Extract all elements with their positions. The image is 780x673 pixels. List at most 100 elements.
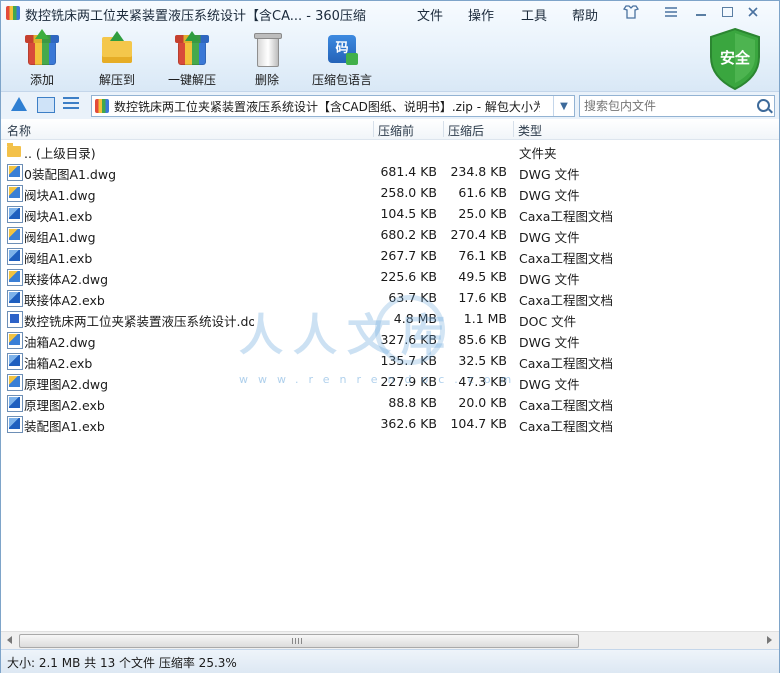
file-type: Caxa工程图文档 — [519, 419, 613, 434]
security-shield[interactable]: 安全 — [707, 27, 763, 91]
size-after: 1.1 MB — [463, 311, 507, 326]
table-row[interactable]: 阀组A1.dwg 680.2 KB 270.4 KB DWG 文件 — [1, 224, 779, 245]
file-name: 原理图A2.dwg — [24, 377, 109, 392]
size-after: 234.8 KB — [450, 164, 507, 179]
horizontal-scrollbar[interactable] — [1, 631, 779, 649]
address-path: 数控铣床两工位夹紧装置液压系统设计【含CAD图纸、说明书】.zip - 解包大小… — [114, 100, 540, 114]
extract-to-button[interactable]: 解压到 — [82, 31, 152, 88]
size-after: 25.0 KB — [458, 206, 507, 221]
search-input[interactable] — [582, 97, 752, 115]
archive-language-button[interactable]: 码 压缩包语言 — [307, 31, 377, 88]
file-name: 联接体A2.exb — [24, 293, 105, 308]
file-name: 油箱A2.dwg — [24, 335, 96, 350]
list-view-icon[interactable] — [63, 97, 79, 111]
table-row[interactable]: 数控铣床两工位夹紧装置液压系统设计.doc 4.8 MB 1.1 MB DOC … — [1, 308, 779, 329]
column-divider[interactable] — [443, 121, 444, 137]
dwg-file-icon — [7, 269, 23, 286]
table-row[interactable]: 油箱A2.dwg 327.6 KB 85.6 KB DWG 文件 — [1, 329, 779, 350]
column-size-before[interactable]: 压缩前 — [378, 122, 414, 139]
file-type: DWG 文件 — [519, 272, 580, 287]
file-type: DWG 文件 — [519, 188, 580, 203]
dwg-file-icon — [7, 332, 23, 349]
size-after: 61.6 KB — [458, 185, 507, 200]
archive-language-label: 压缩包语言 — [311, 73, 372, 87]
chevron-down-icon[interactable]: ▼ — [553, 96, 574, 116]
delete-button[interactable]: 删除 — [232, 31, 302, 88]
scrollbar-thumb[interactable] — [19, 634, 579, 648]
up-level-icon[interactable] — [11, 97, 27, 111]
size-before: 63.7 KB — [388, 290, 437, 305]
table-row[interactable]: 0装配图A1.dwg 681.4 KB 234.8 KB DWG 文件 — [1, 161, 779, 182]
column-type[interactable]: 类型 — [518, 122, 542, 139]
file-name: 阀组A1.exb — [24, 251, 93, 266]
table-row[interactable]: 联接体A2.exb 63.7 KB 17.6 KB Caxa工程图文档 — [1, 287, 779, 308]
table-row[interactable]: 联接体A2.dwg 225.6 KB 49.5 KB DWG 文件 — [1, 266, 779, 287]
exb-file-icon — [7, 248, 23, 265]
table-row[interactable]: 原理图A2.dwg 227.9 KB 47.3 KB DWG 文件 — [1, 371, 779, 392]
exb-file-icon — [7, 395, 23, 412]
column-divider[interactable] — [373, 121, 374, 137]
size-after: 47.3 KB — [458, 374, 507, 389]
file-type: Caxa工程图文档 — [519, 356, 613, 371]
menu-file[interactable]: 文件 — [417, 5, 443, 24]
table-row[interactable]: 原理图A2.exb 88.8 KB 20.0 KB Caxa工程图文档 — [1, 392, 779, 413]
table-row[interactable]: .. (上级目录) 文件夹 — [1, 140, 779, 161]
menu-tools[interactable]: 工具 — [521, 5, 547, 24]
archive-icon — [95, 99, 109, 113]
main-menu-icon[interactable] — [663, 5, 679, 19]
delete-label: 删除 — [254, 73, 279, 87]
maximize-icon[interactable] — [719, 5, 735, 19]
add-archive-icon — [24, 29, 60, 67]
add-button[interactable]: 添加 — [7, 29, 77, 88]
app-window: 数控铣床两工位夹紧装置液压系统设计【含CA... - 360压缩 文件 操作 工… — [0, 0, 780, 673]
size-before: 267.7 KB — [380, 248, 437, 263]
file-name: 阀组A1.dwg — [24, 230, 96, 245]
column-divider[interactable] — [513, 121, 514, 137]
one-key-extract-icon — [174, 31, 210, 67]
skin-icon[interactable] — [623, 5, 639, 19]
file-name: 0装配图A1.dwg — [24, 167, 117, 182]
table-row[interactable]: 油箱A2.exb 135.7 KB 32.5 KB Caxa工程图文档 — [1, 350, 779, 371]
large-icon-view-icon[interactable] — [37, 97, 55, 113]
size-after: 20.0 KB — [458, 395, 507, 410]
table-row[interactable]: 阀块A1.dwg 258.0 KB 61.6 KB DWG 文件 — [1, 182, 779, 203]
address-bar[interactable]: 数控铣床两工位夹紧装置液压系统设计【含CAD图纸、说明书】.zip - 解包大小… — [91, 95, 575, 117]
one-key-extract-button[interactable]: 一键解压 — [157, 31, 227, 88]
file-type: Caxa工程图文档 — [519, 293, 613, 308]
size-after: 76.1 KB — [458, 248, 507, 263]
extract-folder-icon — [99, 31, 135, 67]
table-row[interactable]: 阀组A1.exb 267.7 KB 76.1 KB Caxa工程图文档 — [1, 245, 779, 266]
size-before: 258.0 KB — [380, 185, 437, 200]
size-before: 227.9 KB — [380, 374, 437, 389]
file-type: DWG 文件 — [519, 167, 580, 182]
table-row[interactable]: 阀块A1.exb 104.5 KB 25.0 KB Caxa工程图文档 — [1, 203, 779, 224]
column-name[interactable]: 名称 — [7, 122, 31, 139]
search-box[interactable] — [579, 95, 775, 117]
one-key-extract-label: 一键解压 — [167, 73, 216, 87]
size-after: 85.6 KB — [458, 332, 507, 347]
search-icon[interactable] — [757, 99, 770, 112]
top-area: 数控铣床两工位夹紧装置液压系统设计【含CA... - 360压缩 文件 操作 工… — [1, 1, 779, 91]
status-text: 大小: 2.1 MB 共 13 个文件 压缩率 25.3% — [7, 656, 237, 670]
file-type: DWG 文件 — [519, 377, 580, 392]
minimize-icon[interactable] — [693, 5, 709, 19]
doc-file-icon — [7, 311, 23, 328]
menu-operate[interactable]: 操作 — [468, 5, 494, 24]
close-icon[interactable] — [745, 5, 761, 19]
file-name: .. (上级目录) — [24, 146, 96, 161]
file-name: 数控铣床两工位夹紧装置液压系统设计.doc — [24, 314, 254, 329]
exb-file-icon — [7, 206, 23, 223]
file-list-header: 名称 压缩前 压缩后 类型 — [1, 119, 779, 140]
folder-icon — [7, 143, 21, 157]
table-row[interactable]: 装配图A1.exb 362.6 KB 104.7 KB Caxa工程图文档 — [1, 413, 779, 434]
scroll-left-icon[interactable] — [7, 636, 12, 644]
menu-help[interactable]: 帮助 — [572, 5, 598, 24]
size-before: 135.7 KB — [380, 353, 437, 368]
column-size-after[interactable]: 压缩后 — [448, 122, 484, 139]
window-title: 数控铣床两工位夹紧装置液压系统设计【含CA... - 360压缩 — [25, 9, 366, 24]
size-after: 104.7 KB — [450, 416, 507, 431]
size-before: 225.6 KB — [380, 269, 437, 284]
scroll-right-icon[interactable] — [767, 636, 772, 644]
encoding-icon: 码 — [324, 31, 360, 67]
dwg-file-icon — [7, 374, 23, 391]
